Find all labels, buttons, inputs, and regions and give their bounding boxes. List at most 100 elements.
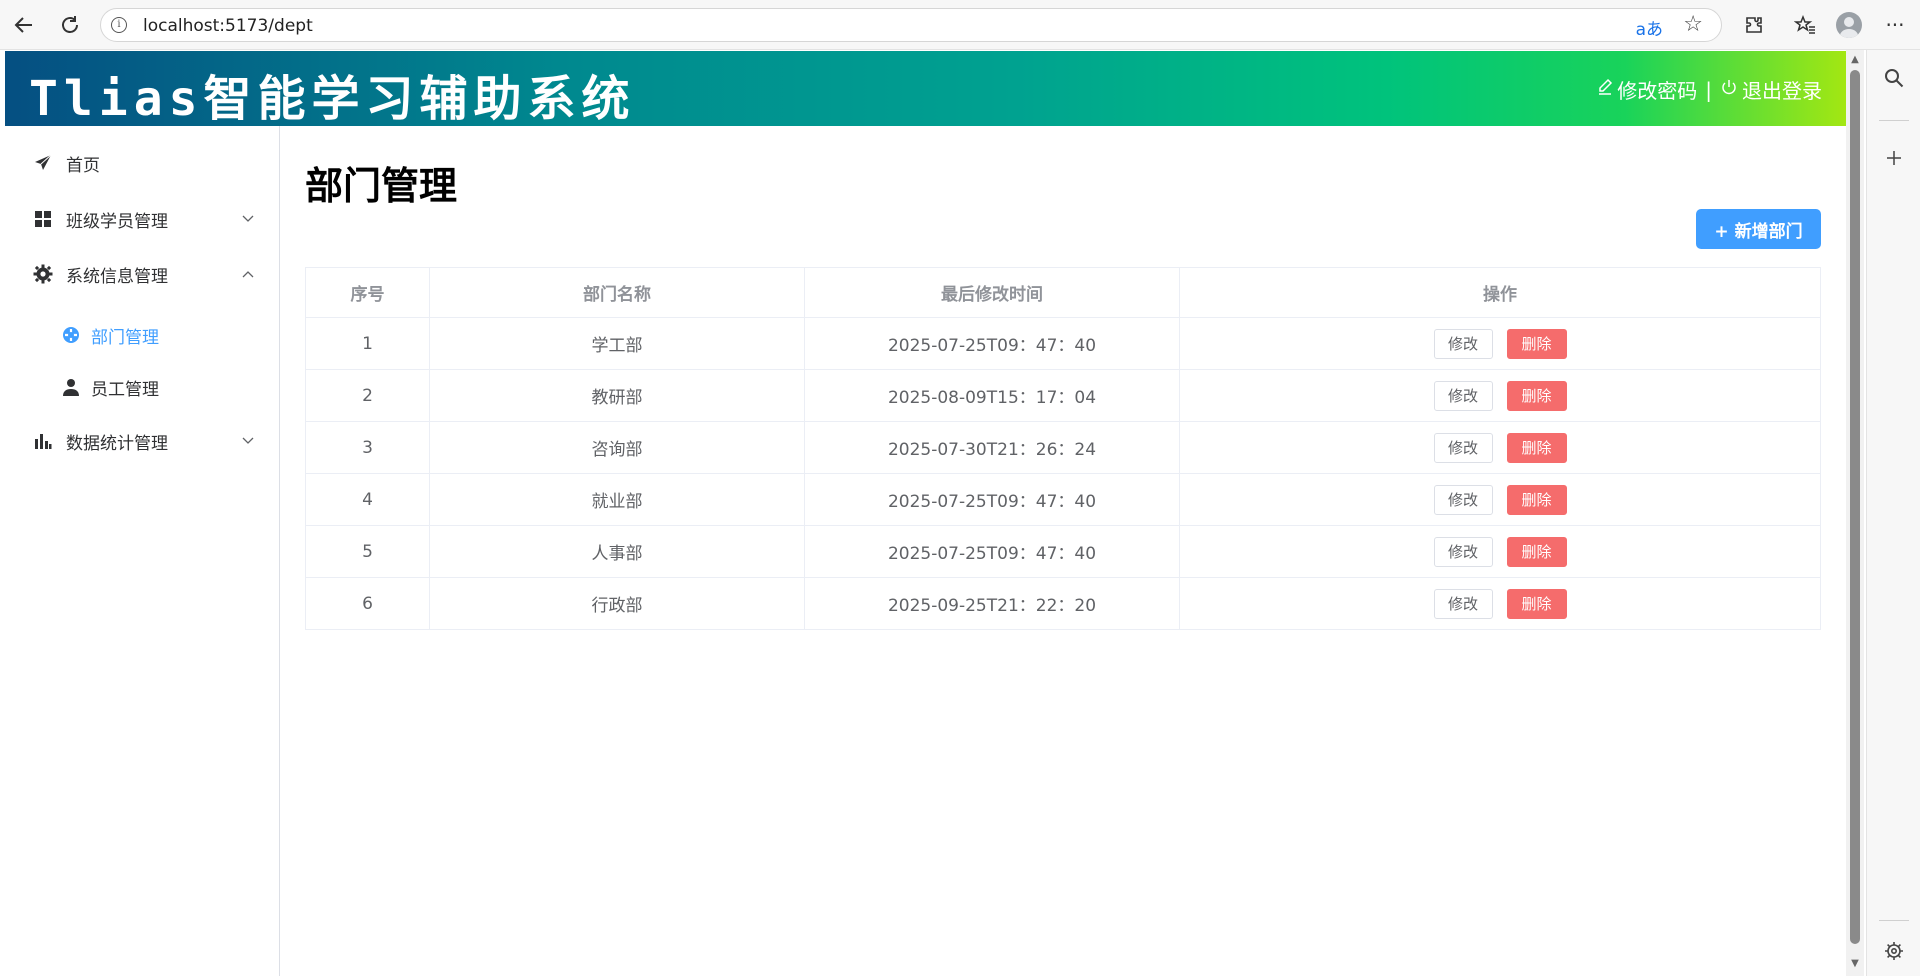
more-menu-icon[interactable]: ···: [1880, 10, 1910, 40]
bar-chart-icon: [33, 431, 53, 451]
scrollbar-thumb[interactable]: [1850, 70, 1860, 944]
search-icon[interactable]: [1881, 65, 1907, 91]
edit-button[interactable]: 修改: [1433, 484, 1493, 515]
extensions-icon[interactable]: [1739, 10, 1769, 40]
cell-time: 2025-07-25T09：47：40: [804, 473, 1180, 526]
cell-no: 2: [305, 369, 430, 422]
sidebar-item-label: 班级学员管理: [66, 211, 168, 232]
cell-actions: 修改 删除: [1179, 369, 1821, 422]
favorites-icon[interactable]: [1790, 10, 1820, 40]
delete-button[interactable]: 删除: [1506, 588, 1567, 619]
sidebar-item-home[interactable]: 首页: [5, 135, 280, 191]
add-icon[interactable]: [1881, 145, 1907, 171]
cell-time: 2025-09-25T21：22：20: [804, 577, 1180, 630]
reload-icon[interactable]: [54, 9, 86, 41]
chevron-down-icon: [242, 212, 254, 226]
sidebar-item-dept[interactable]: 部门管理: [5, 307, 280, 363]
settings-gear-icon[interactable]: [1881, 938, 1907, 964]
sidebar-item-system-info[interactable]: 系统信息管理: [5, 246, 280, 302]
translate-icon[interactable]: aあ: [1636, 15, 1663, 40]
address-bar[interactable]: i localhost:5173/dept aあ ☆: [100, 8, 1722, 42]
header-divider: |: [1705, 77, 1712, 102]
table-row: 1 学工部 2025-07-25T09：47：40 修改 删除: [305, 317, 1821, 370]
cell-time: 2025-07-25T09：47：40: [804, 317, 1180, 370]
side-panel-divider: [1879, 120, 1909, 121]
change-password-label: 修改密码: [1617, 79, 1698, 103]
circle-icon: [61, 325, 81, 345]
cell-no: 1: [305, 317, 430, 370]
edit-button[interactable]: 修改: [1433, 432, 1493, 463]
table-row: 6 行政部 2025-09-25T21：22：20 修改 删除: [305, 577, 1821, 630]
cell-no: 4: [305, 473, 430, 526]
cell-name: 教研部: [429, 369, 805, 422]
scroll-down-arrow-icon[interactable]: ▼: [1849, 958, 1861, 970]
table-body: 1 学工部 2025-07-25T09：47：40 修改 删除 2 教研部 2025-08-0…: [305, 317, 1821, 630]
delete-button[interactable]: 删除: [1506, 380, 1567, 411]
back-icon[interactable]: [8, 9, 40, 41]
cell-name: 人事部: [429, 525, 805, 578]
edit-button[interactable]: 修改: [1433, 536, 1493, 567]
app-title: Tlias智能学习辅助系统: [29, 71, 636, 127]
edit-button[interactable]: 修改: [1433, 588, 1493, 619]
department-table: 序号 部门名称 最后修改时间 操作 1 学工部 2025-07-25T09：47：4…: [305, 267, 1821, 630]
table-row: 3 咨询部 2025-07-30T21：26：24 修改 删除: [305, 421, 1821, 474]
logout-link[interactable]: 退出登录: [1720, 75, 1822, 104]
table-row: 4 就业部 2025-07-25T09：47：40 修改 删除: [305, 473, 1821, 526]
change-password-link[interactable]: 修改密码: [1597, 75, 1697, 104]
sidebar-item-label: 数据统计管理: [66, 433, 168, 454]
cell-name: 就业部: [429, 473, 805, 526]
sidebar-item-label: 首页: [66, 155, 100, 176]
site-info-icon[interactable]: i: [111, 17, 127, 33]
table-row: 5 人事部 2025-07-25T09：47：40 修改 删除: [305, 525, 1821, 578]
edit-button[interactable]: 修改: [1433, 380, 1493, 411]
header-links: 修改密码 | 退出登录: [1597, 75, 1822, 104]
cell-no: 3: [305, 421, 430, 474]
gear-icon: [33, 264, 53, 284]
delete-button[interactable]: 删除: [1506, 484, 1567, 515]
table-header-row: 序号 部门名称 最后修改时间 操作: [305, 267, 1821, 318]
browser-side-panel: [1866, 50, 1920, 976]
edit-button[interactable]: 修改: [1433, 328, 1493, 359]
delete-button[interactable]: 删除: [1506, 328, 1567, 359]
url-text[interactable]: localhost:5173/dept: [143, 16, 313, 36]
table-row: 2 教研部 2025-08-09T15：17：04 修改 删除: [305, 369, 1821, 422]
cell-actions: 修改 删除: [1179, 317, 1821, 370]
power-icon: [1720, 78, 1738, 101]
cell-actions: 修改 删除: [1179, 577, 1821, 630]
cell-name: 学工部: [429, 317, 805, 370]
favorite-star-icon[interactable]: ☆: [1683, 12, 1703, 37]
column-header-time: 最后修改时间: [804, 267, 1180, 318]
delete-button[interactable]: 删除: [1506, 432, 1567, 463]
sidebar-item-employee[interactable]: 员工管理: [5, 359, 280, 415]
page-title: 部门管理: [305, 164, 458, 208]
cell-actions: 修改 删除: [1179, 473, 1821, 526]
column-header-actions: 操作: [1179, 267, 1821, 318]
chevron-down-icon: [242, 434, 254, 448]
page-scrollbar[interactable]: ▲ ▼: [1846, 50, 1864, 976]
sidebar-item-statistics[interactable]: 数据统计管理: [5, 413, 280, 469]
cell-time: 2025-07-30T21：26：24: [804, 421, 1180, 474]
user-icon: [61, 377, 81, 397]
column-header-name: 部门名称: [429, 267, 805, 318]
cell-actions: 修改 删除: [1179, 421, 1821, 474]
cell-actions: 修改 删除: [1179, 525, 1821, 578]
app-header: Tlias智能学习辅助系统 修改密码 | 退出登录: [5, 51, 1846, 127]
cell-name: 咨询部: [429, 421, 805, 474]
add-department-button[interactable]: + 新增部门: [1696, 209, 1821, 249]
sidebar-item-label: 部门管理: [91, 327, 159, 348]
edit-pen-icon: [1597, 78, 1613, 101]
browser-toolbar: i localhost:5173/dept aあ ☆ ···: [0, 0, 1920, 50]
column-header-no: 序号: [305, 267, 430, 318]
sidebar-item-label: 系统信息管理: [66, 266, 168, 287]
profile-avatar[interactable]: [1836, 12, 1862, 38]
grid-icon: [33, 209, 53, 229]
logout-label: 退出登录: [1742, 79, 1822, 103]
delete-button[interactable]: 删除: [1506, 536, 1567, 567]
cell-no: 6: [305, 577, 430, 630]
sidebar-item-class-student[interactable]: 班级学员管理: [5, 191, 280, 247]
side-panel-divider: [1879, 920, 1909, 921]
sidebar-item-label: 员工管理: [91, 379, 159, 400]
paper-plane-icon: [33, 153, 53, 173]
cell-no: 5: [305, 525, 430, 578]
scroll-up-arrow-icon[interactable]: ▲: [1849, 54, 1861, 66]
